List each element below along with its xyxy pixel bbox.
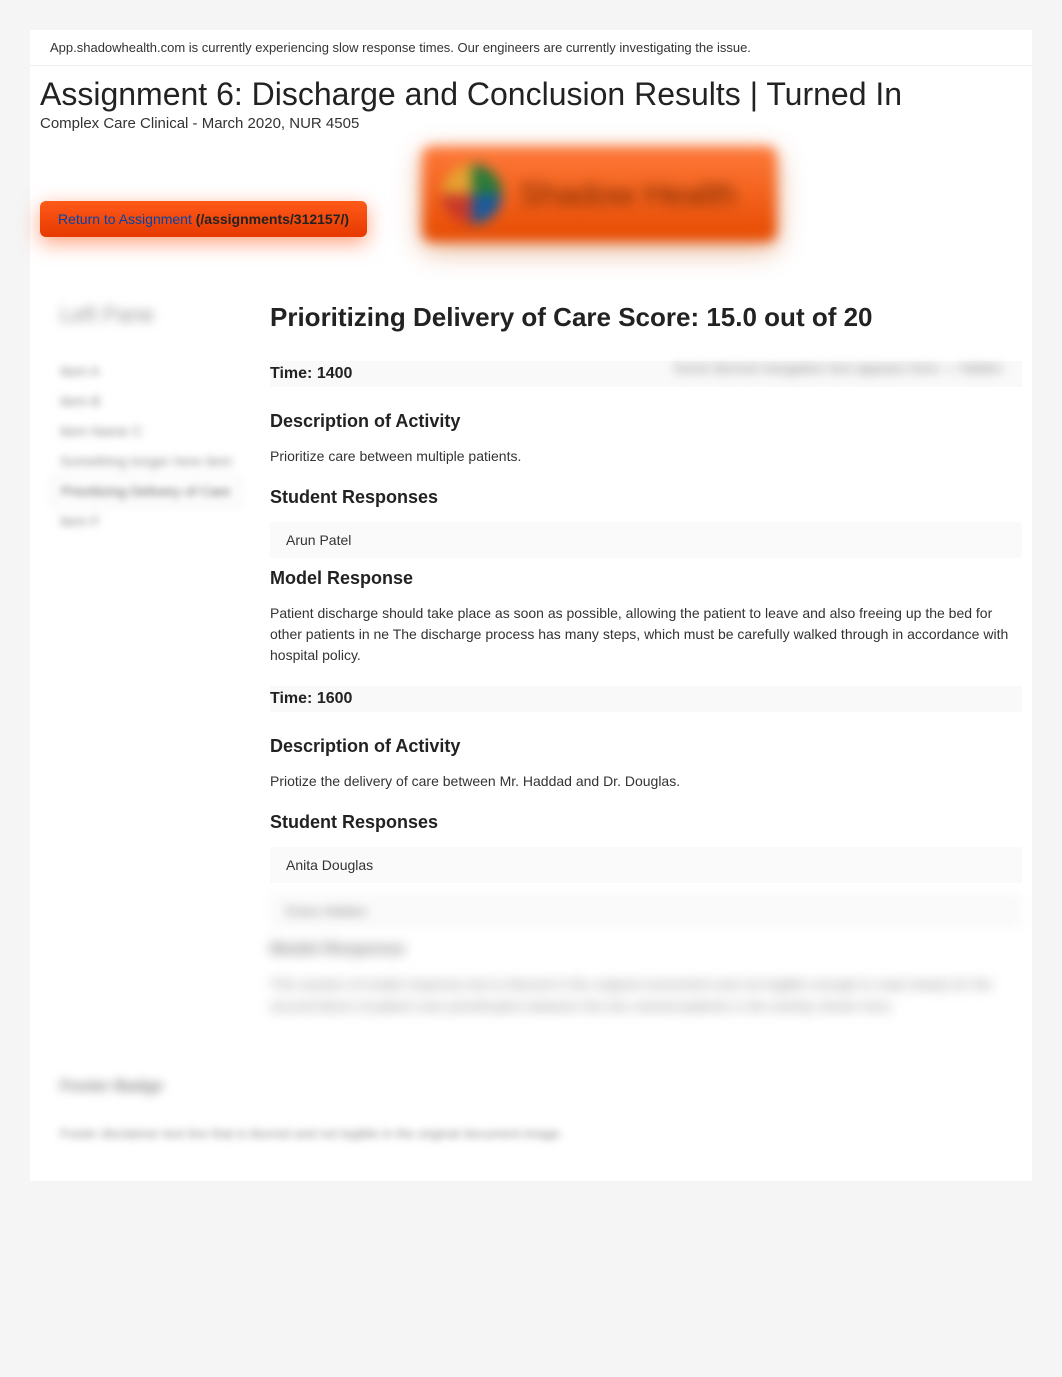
return-path-text: (/assignments/312157/) xyxy=(192,211,349,227)
sidebar-item-active[interactable]: Prioritizing Delivery of Care xyxy=(52,476,240,506)
logo-text: Shadow Health xyxy=(520,176,737,213)
model-response-blurred: Model Response This section of model res… xyxy=(270,939,1022,1018)
top-right-nav-blurred: Some blurred navigation text appears her… xyxy=(674,360,1002,376)
footer: Footer Badge Footer disclaimer text line… xyxy=(30,1058,1032,1181)
logo-icon xyxy=(442,164,502,224)
sidebar-item[interactable]: Item F xyxy=(60,506,240,536)
header-section: Assignment 6: Discharge and Conclusion R… xyxy=(30,66,1032,272)
model-response-heading: Model Response xyxy=(270,568,1022,589)
sidebar-item[interactable]: Item Name C xyxy=(60,416,240,446)
model-response-text-blurred: This section of model response text is b… xyxy=(270,973,1022,1018)
sidebar-title: Left Pane xyxy=(60,302,240,328)
alert-text: App.shadowhealth.com is currently experi… xyxy=(50,40,751,55)
student-responses-heading: Student Responses xyxy=(270,487,1022,508)
description-text: Prioritize care between multiple patient… xyxy=(270,446,1022,467)
alert-banner: App.shadowhealth.com is currently experi… xyxy=(30,30,1032,66)
score-title: Prioritizing Delivery of Care Score: 15.… xyxy=(270,302,1022,333)
sidebar-item[interactable]: Item B xyxy=(60,386,240,416)
student-responses-heading: Student Responses xyxy=(270,812,1022,833)
sidebar: Left Pane Item A Item B Item Name C Some… xyxy=(40,302,240,1038)
return-to-assignment-button[interactable]: Return to Assignment (/assignments/31215… xyxy=(40,201,367,237)
sidebar-item[interactable]: Item A xyxy=(60,356,240,386)
time-label: Time: 1600 xyxy=(270,686,1022,712)
model-response-text: Patient discharge should take place as s… xyxy=(270,603,1022,666)
content-area: Left Pane Item A Item B Item Name C Some… xyxy=(30,272,1032,1058)
student-response-item-blurred: Extra Hidden xyxy=(270,893,1022,929)
return-link-text: Return to Assignment xyxy=(58,211,192,227)
page-title: Assignment 6: Discharge and Conclusion R… xyxy=(40,76,1022,113)
course-info: Complex Care Clinical - March 2020, NUR … xyxy=(40,115,1022,132)
student-response-item: Anita Douglas xyxy=(270,847,1022,883)
student-response-item: Arun Patel xyxy=(270,522,1022,558)
description-text: Priotize the delivery of care between Mr… xyxy=(270,771,1022,792)
logo-box: Shadow Health xyxy=(422,146,777,242)
sidebar-item[interactable]: Something longer here item xyxy=(60,446,240,476)
model-response-heading-blurred: Model Response xyxy=(270,939,1022,959)
page-container: App.shadowhealth.com is currently experi… xyxy=(30,30,1032,1181)
description-heading: Description of Activity xyxy=(270,736,1022,757)
footer-text: Footer disclaimer text line that is blur… xyxy=(60,1126,1002,1141)
description-heading: Description of Activity xyxy=(270,411,1022,432)
logo-area: Shadow Health xyxy=(422,146,777,242)
main-content: Prioritizing Delivery of Care Score: 15.… xyxy=(240,302,1022,1038)
footer-badge: Footer Badge xyxy=(60,1078,1002,1096)
